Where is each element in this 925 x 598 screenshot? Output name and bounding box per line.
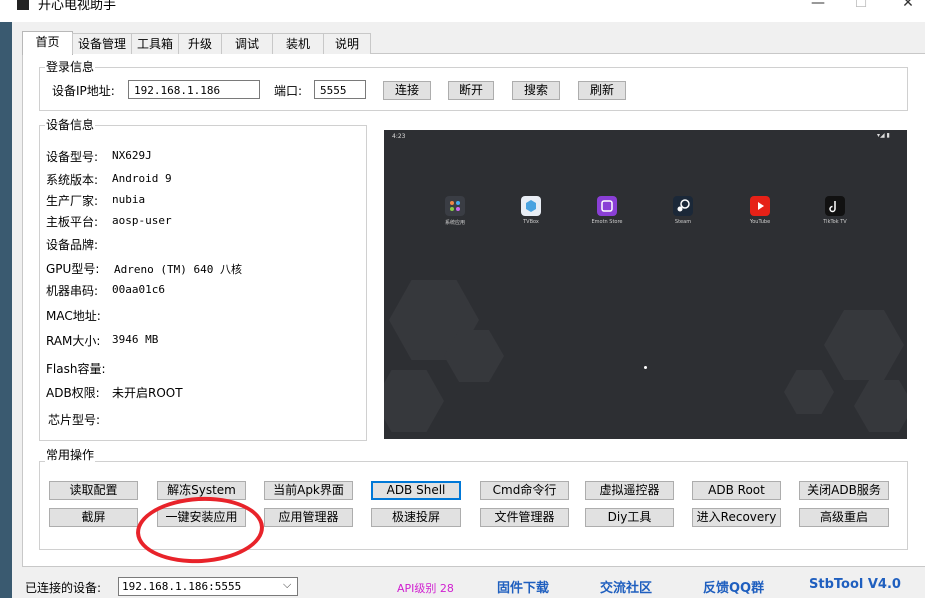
window-title: 开心电视助手 — [38, 0, 117, 13]
operations-group-title: 常用操作 — [45, 446, 96, 463]
tab-toolbox[interactable]: 工具箱 — [131, 33, 179, 54]
app-label-emotn-store: Emotn Store — [591, 219, 623, 225]
app-icon-emotn-store[interactable] — [597, 196, 617, 216]
app-icon-tvbox[interactable] — [521, 196, 541, 216]
hex-decoration — [824, 310, 904, 380]
app-label-system-apps: 系统应用 — [444, 220, 465, 226]
tab-home[interactable]: 首页 — [22, 31, 73, 55]
adb-shell-button[interactable]: ADB Shell — [371, 481, 461, 500]
feedback-qq-link[interactable]: 反馈QQ群 — [703, 577, 764, 596]
api-level-text: API级别 28 — [397, 582, 454, 595]
port-label: 端口: — [274, 84, 303, 98]
fast-cast-button[interactable]: 极速投屏 — [371, 508, 461, 527]
field-label-chip: 芯片型号: — [48, 413, 101, 427]
firmware-download-link[interactable]: 固件下载 — [497, 577, 549, 596]
connect-button[interactable]: 连接 — [383, 81, 431, 100]
field-label-gpu: GPU型号: — [46, 262, 100, 276]
field-value-adb-permission: 未开启ROOT — [112, 386, 183, 400]
login-group-title: 登录信息 — [45, 58, 96, 75]
hex-decoration — [854, 380, 907, 432]
field-label-manufacturer: 生产厂家: — [46, 194, 99, 208]
field-value-manufacturer: nubia — [112, 193, 146, 206]
tab-upgrade[interactable]: 升级 — [178, 33, 222, 54]
close-button[interactable]: ✕ — [898, 0, 918, 10]
read-config-button[interactable]: 读取配置 — [49, 481, 138, 500]
app-icon-youtube[interactable] — [750, 196, 770, 216]
app-label-tvbox: TVBox — [523, 219, 539, 225]
search-button[interactable]: 搜索 — [512, 81, 560, 100]
field-value-platform: aosp-user — [112, 214, 172, 227]
device-select[interactable]: 192.168.1.186:5555 ⌵ — [118, 577, 298, 596]
desktop-background-strip — [0, 22, 12, 598]
app-label-tiktok-tv: TikTok TV — [823, 219, 847, 225]
hex-decoration — [784, 370, 834, 414]
field-label-os-version: 系统版本: — [46, 173, 99, 187]
disconnect-button[interactable]: 断开 — [448, 81, 494, 100]
enter-recovery-button[interactable]: 进入Recovery — [692, 508, 781, 527]
app-icon-tiktok-tv[interactable] — [825, 196, 845, 216]
device-info-group-title: 设备信息 — [45, 116, 96, 133]
field-value-ram: 3946 MB — [112, 333, 159, 346]
advanced-reboot-button[interactable]: 高级重启 — [799, 508, 889, 527]
field-value-serial: 00aa01c6 — [112, 283, 165, 296]
tab-device-management[interactable]: 设备管理 — [72, 33, 132, 54]
field-value-gpu: Adreno (TM) 640 八核 — [114, 263, 242, 276]
ip-input[interactable]: 192.168.1.186 — [128, 80, 260, 99]
virtual-remote-button[interactable]: 虚拟遥控器 — [585, 481, 674, 500]
app-icon — [17, 0, 29, 10]
current-apk-button[interactable]: 当前Apk界面 — [264, 481, 353, 500]
field-label-platform: 主板平台: — [46, 215, 99, 229]
tab-install[interactable]: 装机 — [272, 33, 324, 54]
app-label-youtube: YouTube — [749, 219, 771, 225]
app-label-steam: Steam — [674, 219, 692, 225]
field-label-mac: MAC地址: — [46, 309, 101, 323]
version-link[interactable]: StbTool V4.0 — [809, 577, 901, 592]
diy-tools-button[interactable]: Diy工具 — [585, 508, 674, 527]
app-icon-steam[interactable] — [673, 196, 693, 216]
field-label-brand: 设备品牌: — [46, 238, 99, 252]
port-input[interactable]: 5555 — [314, 80, 366, 99]
field-label-model: 设备型号: — [46, 150, 99, 164]
tab-debug[interactable]: 调试 — [221, 33, 273, 54]
app-icon-system-apps[interactable] — [445, 196, 465, 216]
preview-clock: 4:23 — [392, 133, 406, 140]
community-link[interactable]: 交流社区 — [600, 577, 652, 596]
field-value-model: NX629J — [112, 149, 152, 162]
device-select-value: 192.168.1.186:5555 — [122, 580, 242, 593]
ip-label: 设备IP地址: — [52, 84, 115, 98]
close-adb-service-button[interactable]: 关闭ADB服务 — [799, 481, 889, 500]
field-label-serial: 机器串码: — [46, 284, 99, 298]
adb-root-button[interactable]: ADB Root — [692, 481, 781, 500]
maximize-button[interactable]: ☐ — [851, 0, 871, 10]
field-label-ram: RAM大小: — [46, 334, 101, 348]
tab-about[interactable]: 说明 — [323, 33, 371, 54]
cursor-dot — [644, 366, 647, 369]
preview-status-icons: ▾◢ ▮ — [877, 132, 890, 139]
refresh-button[interactable]: 刷新 — [578, 81, 626, 100]
chevron-down-icon: ⌵ — [283, 578, 292, 591]
title-bar: 开心电视助手 — ☐ ✕ — [0, 0, 925, 22]
minimize-button[interactable]: — — [808, 0, 828, 10]
field-value-os-version: Android 9 — [112, 172, 172, 185]
field-label-flash: Flash容量: — [46, 362, 106, 376]
field-label-adb-permission: ADB权限: — [46, 386, 100, 400]
connected-device-label: 已连接的设备: — [25, 581, 102, 595]
cmd-button[interactable]: Cmd命令行 — [480, 481, 569, 500]
screenshot-button[interactable]: 截屏 — [49, 508, 138, 527]
file-manager-button[interactable]: 文件管理器 — [480, 508, 569, 527]
app-manager-button[interactable]: 应用管理器 — [264, 508, 353, 527]
screen-preview[interactable]: 4:23 ▾◢ ▮ 系统应用 TVBox Emotn Store Steam Y… — [384, 130, 907, 439]
hex-decoration — [384, 370, 444, 432]
